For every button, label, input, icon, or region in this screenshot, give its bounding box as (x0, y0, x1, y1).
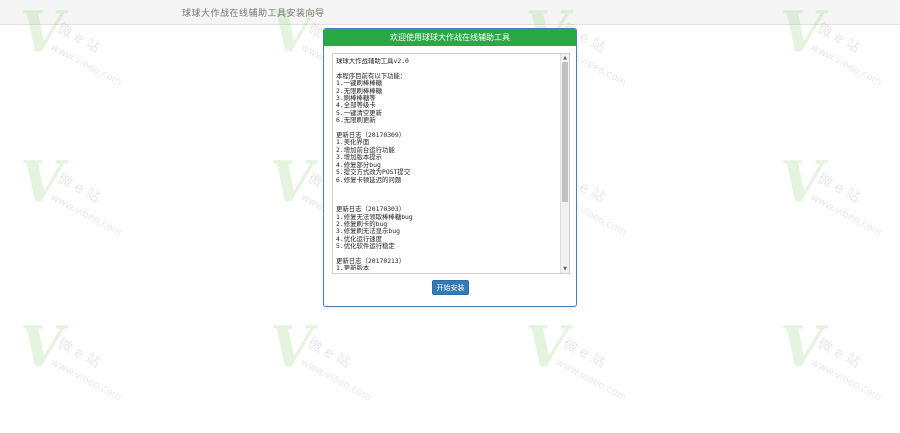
installer-panel: 欢迎使用球球大作战在线辅助工具 球球大作战辅助工具v2.0 本程序目前有以下功能… (323, 28, 577, 307)
watermark-logo-icon: V微 e 站www.vioeo.com (20, 314, 124, 404)
changelog-textarea[interactable]: 球球大作战辅助工具v2.0 本程序目前有以下功能： 1.一键刷棒棒糖 2.无限刷… (332, 53, 570, 274)
scrollbar[interactable]: ▲ ▼ (560, 54, 569, 273)
scroll-thumb[interactable] (562, 62, 568, 202)
start-install-button[interactable]: 开始安装 (432, 280, 469, 295)
watermark-logo-icon: V微 e 站www.vioeo.com (20, 149, 124, 239)
page-title: 球球大作战在线辅助工具安装向导 (182, 9, 325, 19)
scroll-down-arrow-icon[interactable]: ▼ (562, 266, 568, 272)
top-bar: 球球大作战在线辅助工具安装向导 (0, 0, 900, 25)
changelog-text: 球球大作战辅助工具v2.0 本程序目前有以下功能： 1.一键刷棒棒糖 2.无限刷… (336, 58, 413, 270)
watermark-logo-icon: V微 e 站www.vioeo.com (780, 314, 884, 404)
watermark-logo-icon: V微 e 站www.vioeo.com (780, 149, 884, 239)
panel-title: 欢迎使用球球大作战在线辅助工具 (324, 29, 576, 46)
watermark-logo-icon: V微 e 站www.vioeo.com (525, 314, 629, 404)
scroll-up-arrow-icon[interactable]: ▲ (562, 55, 568, 61)
watermark-logo-icon: V微 e 站www.vioeo.com (270, 314, 374, 404)
